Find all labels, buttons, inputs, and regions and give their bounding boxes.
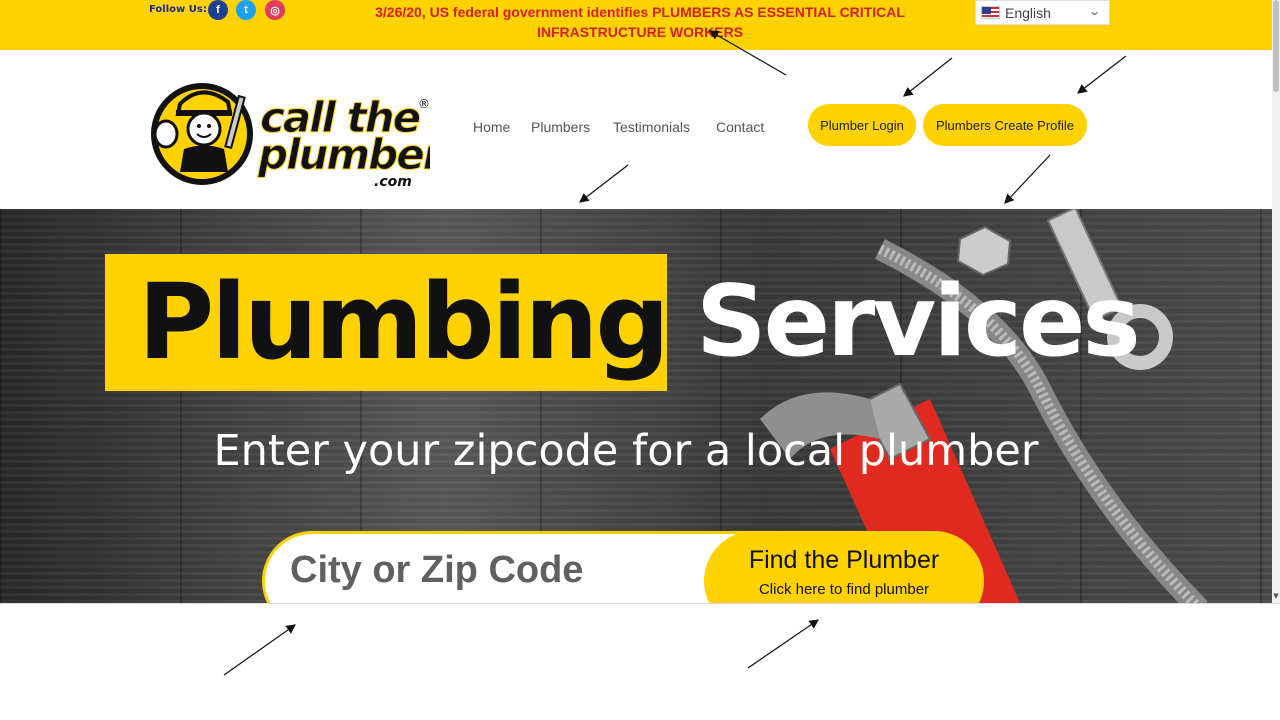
- scroll-down-icon[interactable]: ▼: [1272, 592, 1280, 603]
- twitter-icon[interactable]: t: [236, 0, 256, 20]
- language-selector[interactable]: English ⌄: [975, 0, 1110, 25]
- annotation-area: [0, 603, 1280, 720]
- vertical-scrollbar[interactable]: [1272, 0, 1280, 603]
- zip-code-input[interactable]: [290, 549, 690, 592]
- hero-word-services: Services: [696, 265, 1141, 379]
- nav-plumbers[interactable]: Plumbers: [531, 119, 590, 135]
- find-button-title: Find the Plumber: [748, 546, 940, 574]
- logo-text-line2: plumber: [257, 130, 430, 179]
- find-plumber-button[interactable]: Find the Plumber Click here to find plum…: [704, 531, 984, 603]
- hero-subtitle: Enter your zipcode for a local plumber: [213, 426, 1039, 476]
- nav-contact[interactable]: Contact: [716, 119, 764, 135]
- site-header: call the plumber .com ® Home Plumbers Te…: [0, 50, 1272, 209]
- scrollbar-thumb[interactable]: [1273, 0, 1279, 92]
- nav-home[interactable]: Home: [473, 119, 510, 135]
- create-profile-button[interactable]: Plumbers Create Profile: [923, 104, 1087, 146]
- site-logo[interactable]: call the plumber .com ®: [150, 74, 430, 189]
- us-flag-icon: [981, 6, 1000, 19]
- facebook-icon[interactable]: f: [208, 0, 228, 20]
- logo-text-line3: .com: [374, 174, 412, 189]
- hero-word-plumbing: Plumbing: [138, 261, 670, 383]
- language-label: English: [1005, 4, 1051, 21]
- find-button-subtitle: Click here to find plumber: [758, 581, 930, 598]
- chevron-down-icon: ⌄: [1087, 5, 1101, 18]
- registered-mark: ®: [418, 97, 430, 111]
- announcement-text: 3/26/20, US federal government identifie…: [375, 4, 905, 40]
- plumber-login-button[interactable]: Plumber Login: [808, 104, 916, 146]
- hero-banner: Plumbing Services Enter your zipcode for…: [0, 209, 1272, 603]
- instagram-icon[interactable]: ◎: [265, 0, 285, 20]
- nav-testimonials[interactable]: Testimonials: [613, 119, 690, 135]
- follow-us-label: Follow Us:: [149, 4, 207, 15]
